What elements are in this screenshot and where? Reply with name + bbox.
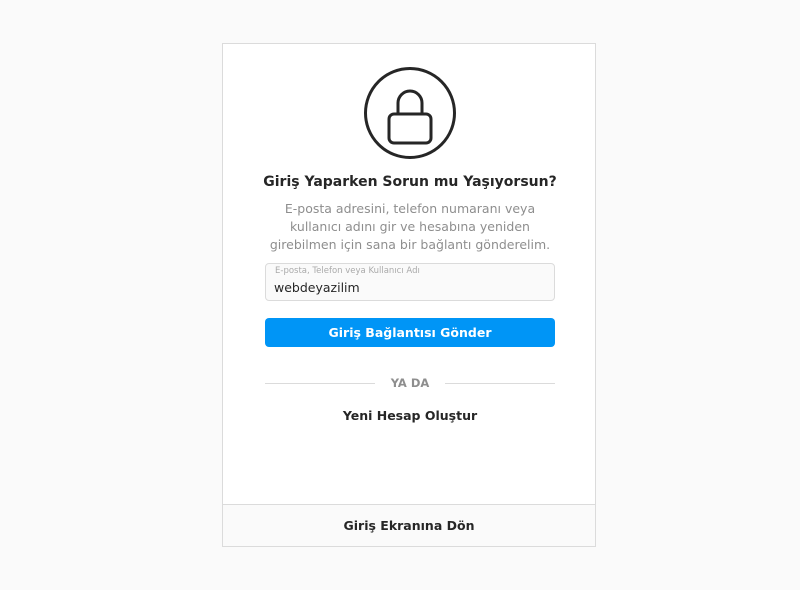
identifier-field-label: E-posta, Telefon veya Kullanıcı Adı	[275, 266, 420, 276]
or-divider: YA DA	[265, 375, 555, 391]
identifier-input[interactable]	[274, 277, 546, 297]
lock-icon	[363, 66, 457, 160]
create-account-link[interactable]: Yeni Hesap Oluştur	[223, 408, 597, 423]
instructions-text: E-posta adresini, telefon numaranı veya …	[269, 201, 551, 252]
back-to-login-link[interactable]: Giriş Ekranına Dön	[223, 504, 595, 546]
page-title: Giriş Yaparken Sorun mu Yaşıyorsun?	[263, 174, 557, 190]
send-login-link-button[interactable]: Giriş Bağlantısı Gönder	[265, 318, 555, 347]
divider-line-right	[445, 383, 555, 384]
identifier-field[interactable]: E-posta, Telefon veya Kullanıcı Adı	[265, 263, 555, 301]
recovery-card: Giriş Yaparken Sorun mu Yaşıyorsun? E-po…	[222, 43, 596, 547]
